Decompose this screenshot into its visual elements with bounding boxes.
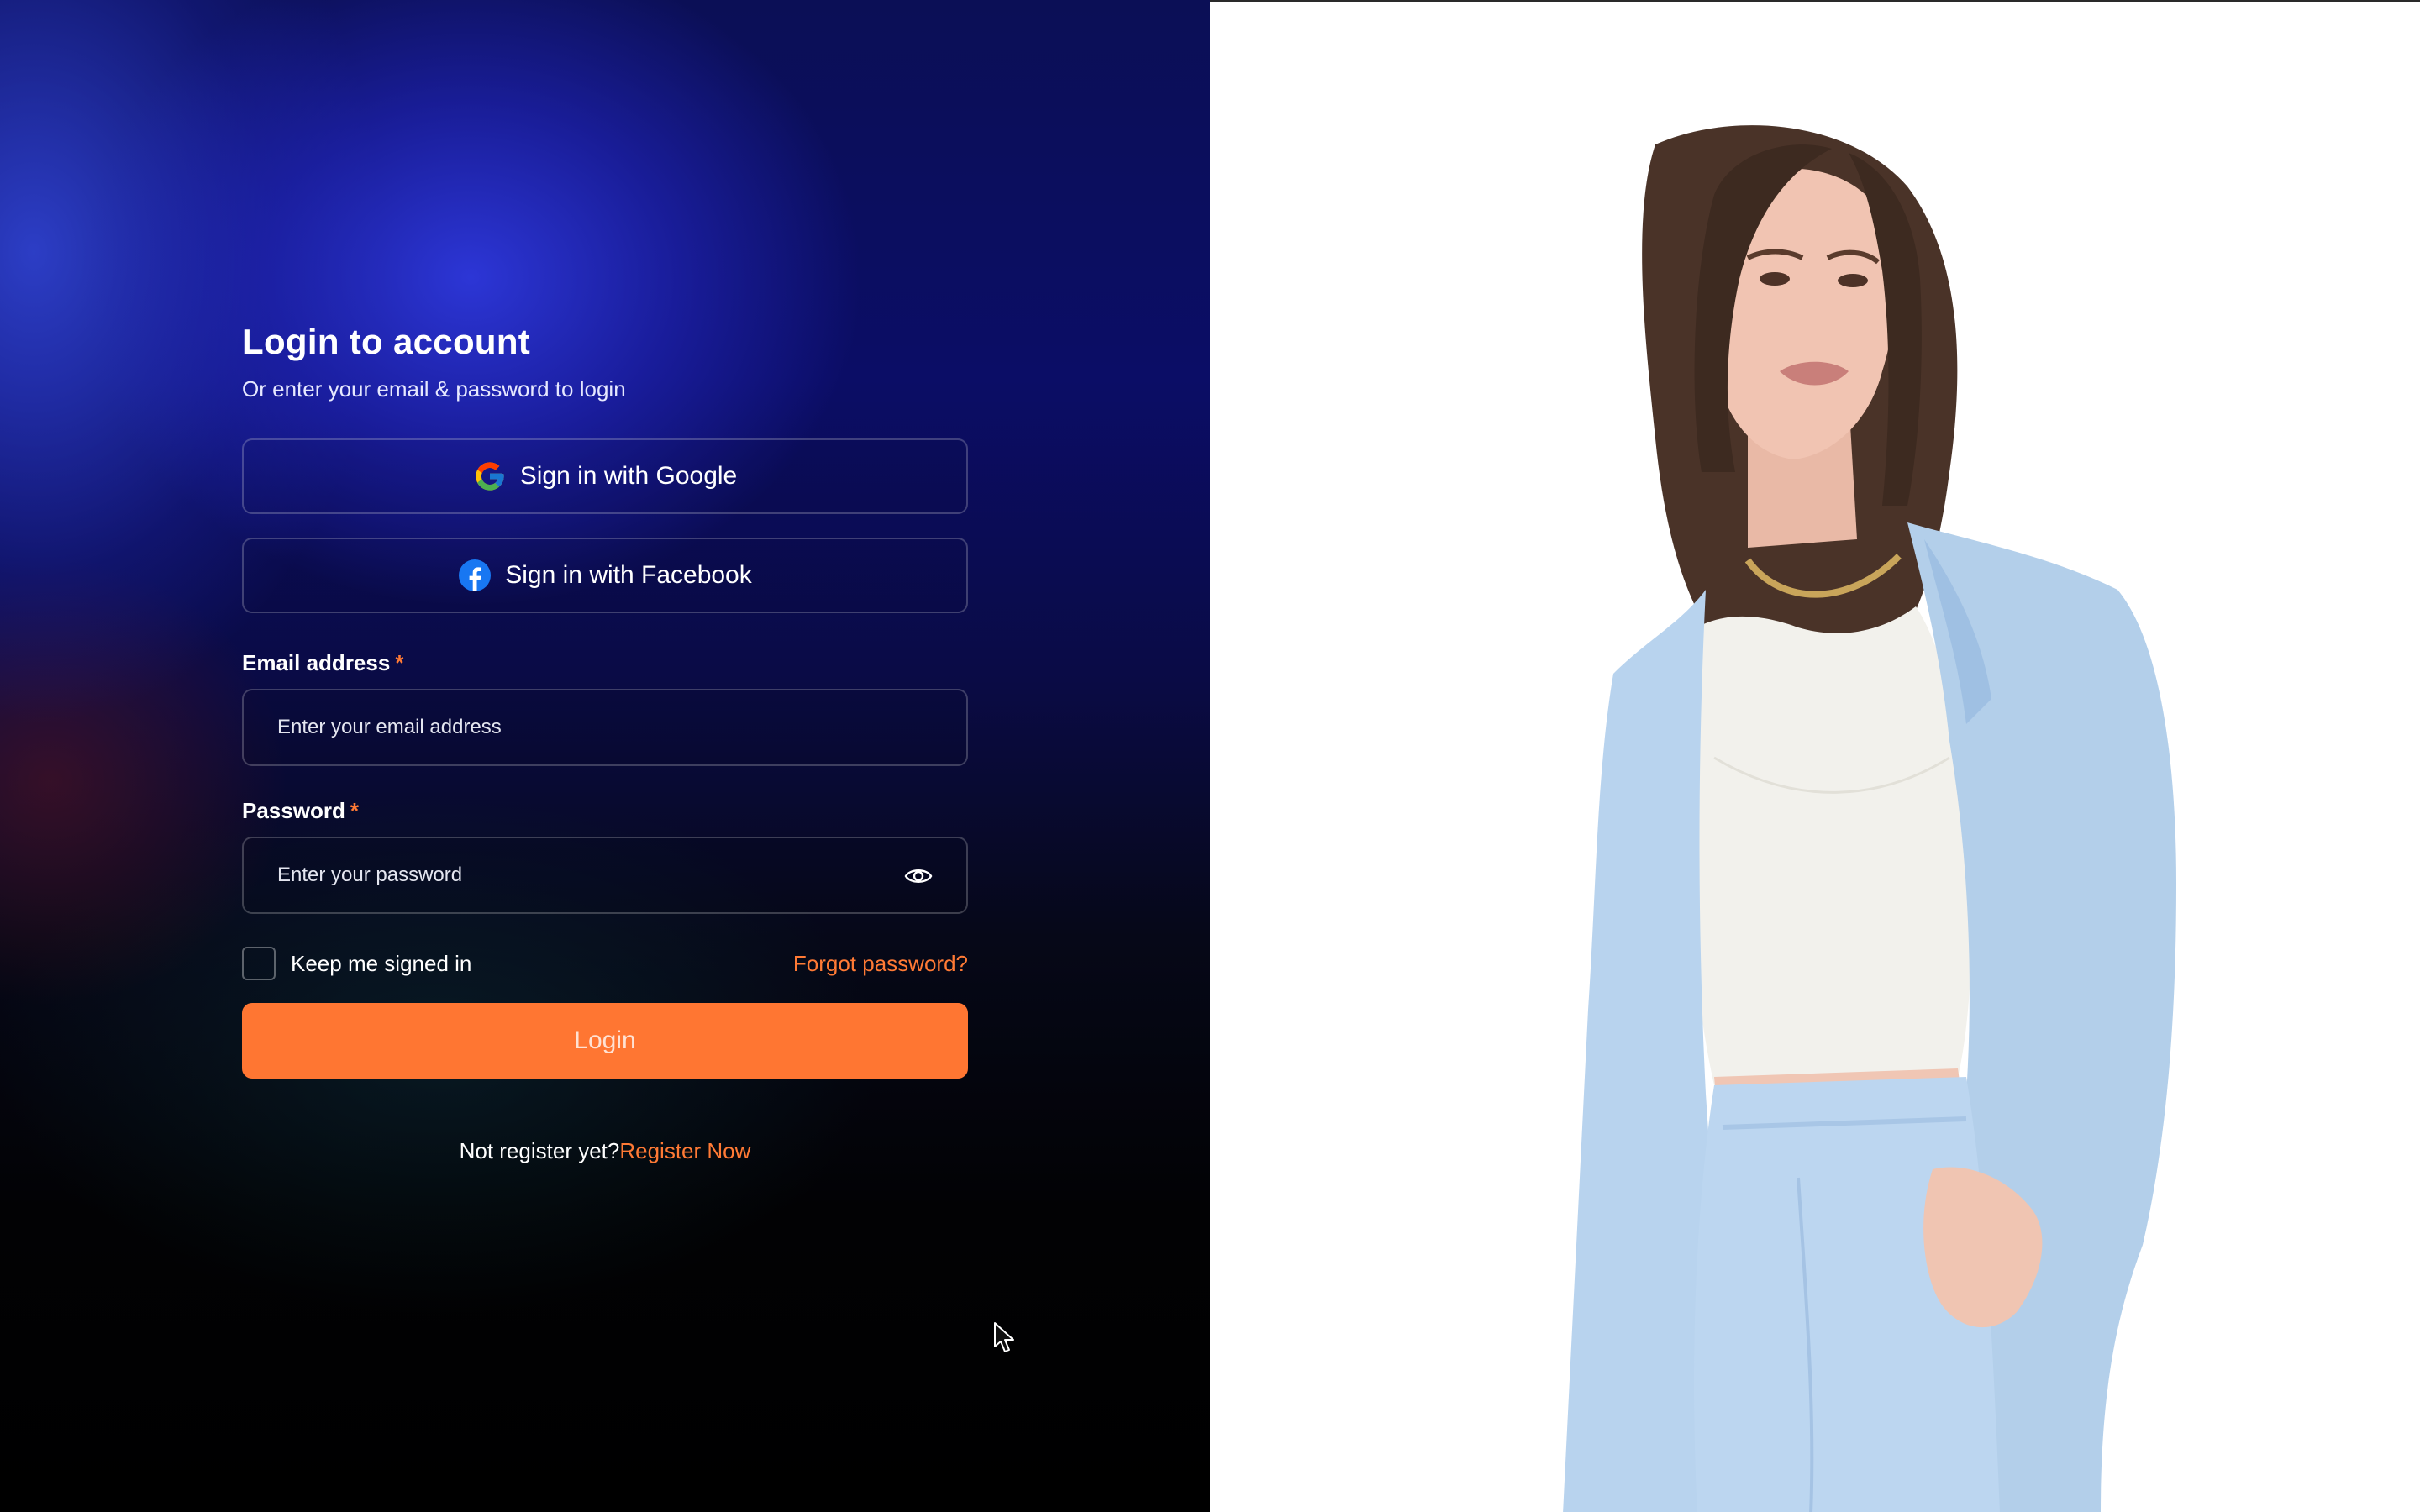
login-subtitle: Or enter your email & password to login xyxy=(242,376,626,402)
login-button[interactable]: Login xyxy=(242,1003,968,1079)
facebook-signin-label: Sign in with Facebook xyxy=(505,561,752,589)
keep-signed-in-label[interactable]: Keep me signed in xyxy=(291,951,471,977)
register-now-link[interactable]: Register Now xyxy=(619,1138,750,1163)
forgot-password-link[interactable]: Forgot password? xyxy=(793,951,968,977)
facebook-logo-icon xyxy=(458,559,492,592)
login-panel: Login to account Or enter your email & p… xyxy=(0,0,1210,1512)
hero-image-panel xyxy=(1210,0,2420,1512)
email-field-wrapper xyxy=(242,689,968,766)
email-input[interactable] xyxy=(244,690,966,764)
login-options-row: Keep me signed in Forgot password? xyxy=(242,946,968,981)
google-signin-label: Sign in with Google xyxy=(519,462,738,490)
facebook-signin-button[interactable]: Sign in with Facebook xyxy=(242,538,968,613)
register-prompt-text: Not register yet? xyxy=(459,1138,620,1163)
google-logo-icon xyxy=(473,459,507,493)
mouse-pointer-icon xyxy=(992,1321,1017,1355)
keep-signed-in-option[interactable]: Keep me signed in xyxy=(242,947,471,980)
google-signin-button[interactable]: Sign in with Google xyxy=(242,438,968,514)
model-photo xyxy=(1563,125,2176,1512)
register-prompt-row: Not register yet?Register Now xyxy=(242,1136,968,1166)
login-form: Login to account Or enter your email & p… xyxy=(242,319,968,1166)
email-label: Email address * xyxy=(242,648,968,677)
password-input[interactable] xyxy=(244,838,966,912)
password-required-mark: * xyxy=(350,798,359,823)
password-label-text: Password xyxy=(242,798,345,823)
eye-icon[interactable] xyxy=(904,864,933,888)
login-title: Login to account xyxy=(242,322,531,361)
email-required-mark: * xyxy=(395,650,404,675)
password-field-wrapper xyxy=(242,837,968,914)
password-label: Password * xyxy=(242,796,968,825)
keep-signed-in-checkbox[interactable] xyxy=(242,947,276,980)
email-label-text: Email address xyxy=(242,650,391,675)
